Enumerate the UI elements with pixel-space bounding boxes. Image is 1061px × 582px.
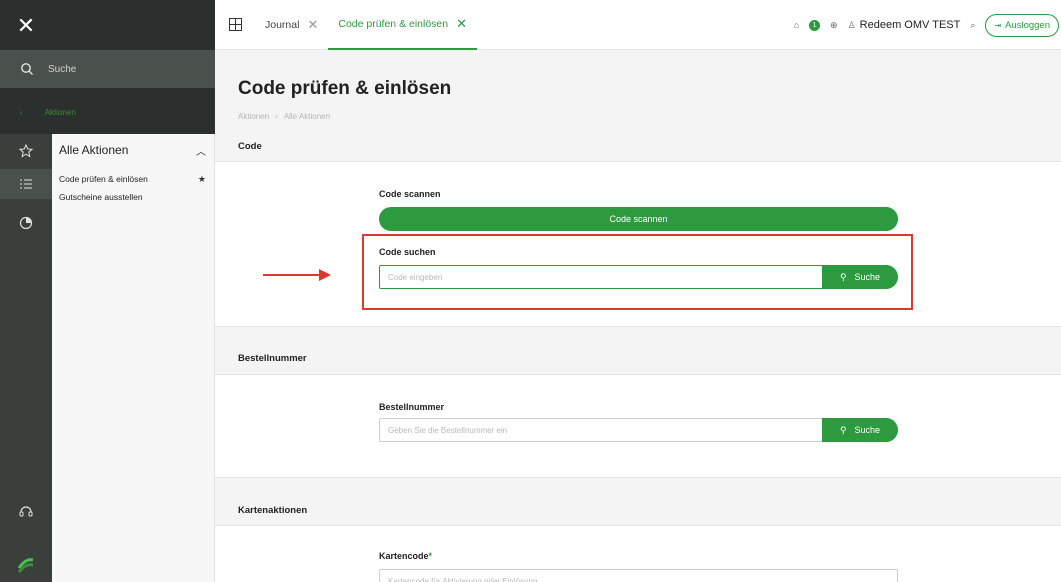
- code-input[interactable]: Code eingeben: [379, 265, 823, 289]
- arrow-right-icon: [263, 269, 331, 281]
- sidebar-item-label: Gutscheine ausstellen: [59, 192, 143, 202]
- star-filled-icon[interactable]: ★: [198, 174, 206, 185]
- breadcrumb-item[interactable]: Aktionen: [238, 112, 269, 121]
- globe-icon[interactable]: ⊕: [830, 20, 838, 31]
- order-search-button[interactable]: ⚲ Suche: [822, 418, 898, 442]
- top-bar: Journal ✕ Code prüfen & einlösen ✕ ⌂ 1 ⊕…: [215, 0, 1061, 50]
- required-mark: *: [428, 551, 433, 561]
- breadcrumb-back[interactable]: ‹ Aktionen: [20, 108, 76, 117]
- favorites-icon[interactable]: [0, 136, 52, 166]
- search-button-label: Suche: [854, 272, 881, 282]
- scan-code-button[interactable]: Code scannen: [379, 207, 898, 231]
- breadcrumb: Aktionen › Alle Aktionen: [238, 112, 330, 121]
- scan-label: Code scannen: [379, 189, 441, 199]
- close-tab-icon[interactable]: ✕: [456, 16, 467, 32]
- top-right-controls: ⌂ 1 ⊕ ♙ Redeem OMV TEST ⌕ ⇥ Ausloggen: [794, 0, 1059, 50]
- logout-label: Ausloggen: [1005, 19, 1050, 31]
- user-icon: ♙: [847, 19, 856, 30]
- order-field-label: Bestellnummer: [379, 402, 445, 412]
- logout-button[interactable]: ⇥ Ausloggen: [985, 13, 1059, 37]
- tab-label: Journal: [265, 18, 300, 31]
- group-title: Alle Aktionen: [59, 143, 129, 157]
- page-title: Code prüfen & einlösen: [238, 78, 452, 99]
- sidebar-item-label: Code prüfen & einlösen: [59, 174, 148, 184]
- bell-icon[interactable]: ⌂: [794, 20, 799, 30]
- checklist-icon[interactable]: [0, 169, 52, 199]
- back-label: Aktionen: [44, 108, 76, 117]
- order-number-input[interactable]: Geben Sie die Bestellnummer ein: [379, 418, 823, 442]
- chevron-up-icon: ︿: [196, 146, 206, 158]
- search-icon: ⚲: [839, 271, 847, 282]
- pin-icon[interactable]: ⌕: [970, 20, 975, 31]
- card-code-input[interactable]: Kartencode für Aktivierung oder Einlösun…: [379, 569, 898, 582]
- chevron-left-icon: ‹: [20, 108, 23, 117]
- notification-badge[interactable]: 1: [809, 19, 821, 31]
- breadcrumb-separator: ›: [275, 112, 278, 121]
- support-icon[interactable]: [0, 496, 52, 526]
- section-label-code: Code: [238, 141, 262, 152]
- tab-journal[interactable]: Journal ✕: [255, 0, 328, 50]
- search-icon: [21, 63, 33, 75]
- code-panel: Code scannen Code scannen Code suchen Co…: [215, 161, 1061, 327]
- user-name[interactable]: Redeem OMV TEST: [860, 19, 961, 31]
- logout-icon: ⇥: [994, 20, 1002, 30]
- tab-label: Code prüfen & einlösen: [338, 17, 449, 30]
- sidebar-search-label: Suche: [48, 63, 77, 75]
- section-label-card: Kartenaktionen: [238, 505, 308, 516]
- sidebar-item-gutscheine[interactable]: Gutscheine ausstellen: [52, 188, 214, 206]
- card-panel: Kartencode* Kartencode für Aktivierung o…: [215, 525, 1061, 582]
- sidebar-item-code-pruefen[interactable]: Code prüfen & einlösen ★: [52, 170, 214, 188]
- sidebar-search[interactable]: Suche: [0, 50, 215, 88]
- main-content: Code prüfen & einlösen Aktionen › Alle A…: [215, 51, 1061, 582]
- close-icon[interactable]: ✕: [0, 0, 52, 52]
- card-field-label: Kartencode*: [379, 551, 432, 561]
- code-search-button[interactable]: ⚲ Suche: [822, 265, 898, 289]
- pie-chart-icon[interactable]: [0, 208, 52, 238]
- brand-logo-icon: [0, 545, 52, 582]
- section-label-order: Bestellnummer: [238, 353, 307, 364]
- card-field-label-text: Kartencode: [379, 551, 429, 561]
- close-tab-icon[interactable]: ✕: [307, 17, 318, 33]
- search-button-label: Suche: [854, 425, 881, 435]
- sidebar-subnav: Alle Aktionen ︿ Code prüfen & einlösen ★…: [52, 134, 215, 582]
- group-header[interactable]: Alle Aktionen ︿: [52, 134, 214, 166]
- search-icon: ⚲: [839, 424, 847, 435]
- tab-code-pruefen[interactable]: Code prüfen & einlösen ✕: [328, 0, 478, 50]
- order-panel: Bestellnummer Geben Sie die Bestellnumme…: [215, 374, 1061, 478]
- breadcrumb-item[interactable]: Alle Aktionen: [284, 112, 330, 121]
- code-search-label: Code suchen: [379, 247, 436, 257]
- grid-icon[interactable]: [215, 0, 255, 50]
